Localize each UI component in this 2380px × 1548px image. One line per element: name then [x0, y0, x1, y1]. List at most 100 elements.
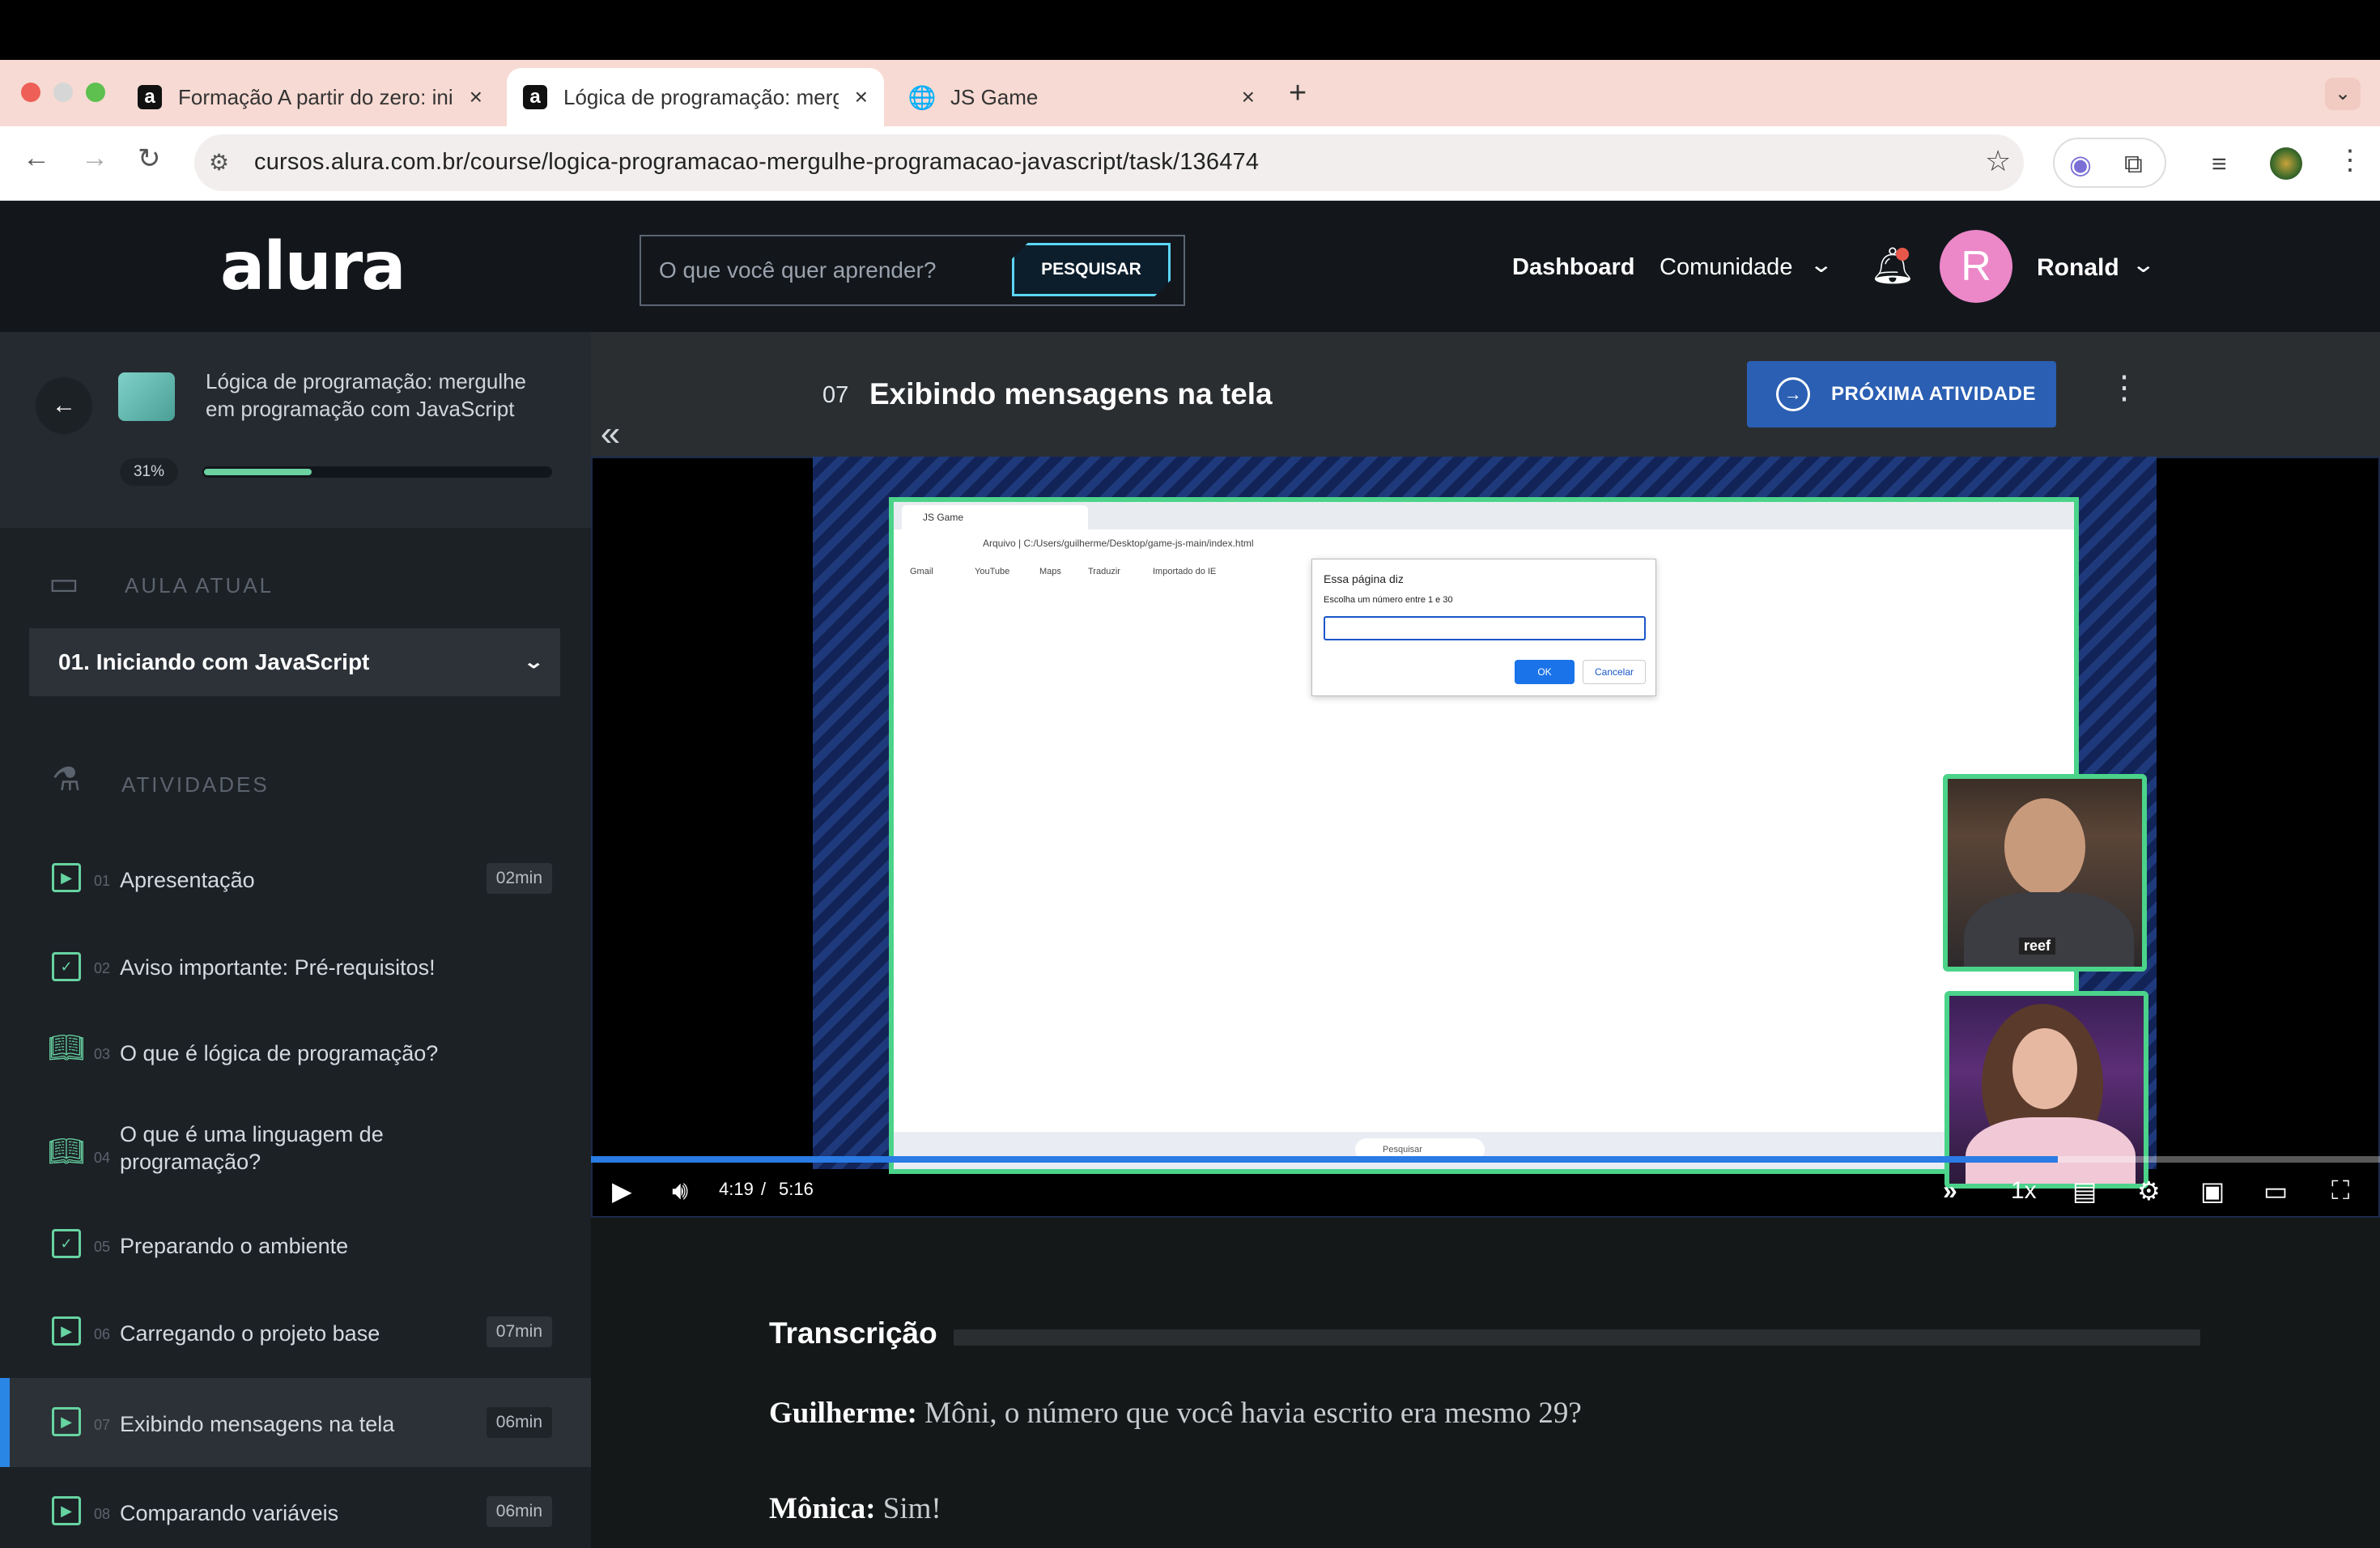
course-book-icon	[118, 372, 175, 421]
chevron-down-icon[interactable]: ⌄	[2131, 251, 2156, 278]
transcript-line: Guilherme: Môni, o número que você havia…	[769, 1396, 1582, 1431]
task-number: 07	[822, 382, 849, 408]
current-indicator	[0, 1378, 10, 1467]
activity-name: Carregando o projeto base	[120, 1321, 380, 1346]
activity-item[interactable]: ▶ 01 Apresentação 02min	[0, 836, 591, 925]
search-button[interactable]: PESQUISAR	[1012, 243, 1171, 296]
activity-item-current[interactable]: ▶ 07 Exibindo mensagens na tela 06min	[0, 1378, 591, 1467]
nav-community[interactable]: Comunidade	[1660, 254, 1792, 281]
maximize-window-button[interactable]	[86, 83, 105, 102]
activity-item[interactable]: ▶ 06 Carregando o projeto base 07min	[0, 1289, 591, 1378]
fullscreen-icon[interactable]: ⛶	[2331, 1176, 2349, 1206]
course-progress-fill	[204, 469, 312, 475]
playback-speed[interactable]: 1x	[2011, 1177, 2037, 1205]
activity-number: 04	[94, 1150, 111, 1166]
theater-mode-icon[interactable]: ▭	[2263, 1176, 2288, 1206]
activity-item[interactable]: 📖︎ 04 O que é uma linguagem de programaç…	[0, 1103, 591, 1205]
minimize-window-button[interactable]	[53, 83, 73, 102]
profile-avatar[interactable]	[2270, 147, 2302, 180]
close-icon[interactable]: ×	[855, 84, 868, 110]
macos-menubar	[0, 0, 2380, 60]
browser-tab-logica[interactable]: a Lógica de programação: mergulhe em pro…	[507, 68, 884, 126]
activity-number: 03	[94, 1046, 111, 1062]
tab-search-button[interactable]: ⌄	[2325, 78, 2361, 110]
alura-logo[interactable]: alura	[220, 228, 406, 305]
subtitles-icon[interactable]: ▤	[2072, 1176, 2097, 1206]
bookmark-star-icon[interactable]: ☆	[1985, 144, 2011, 178]
browser-menu-icon[interactable]: ⋮	[2336, 144, 2364, 176]
video-icon: ▶	[52, 863, 81, 892]
activity-name: Exibindo mensagens na tela	[120, 1412, 395, 1436]
activity-number: 07	[94, 1417, 111, 1433]
close-icon[interactable]: ×	[470, 84, 482, 110]
utterance: Sim!	[882, 1492, 941, 1525]
video-progress-fill[interactable]	[591, 1156, 2058, 1163]
skip-forward-icon[interactable]: »	[1943, 1176, 1957, 1206]
capture-bookmark: Maps	[1039, 567, 1061, 576]
activity-number: 02	[94, 960, 111, 976]
task-title: Exibindo mensagens na tela	[869, 377, 1273, 410]
instructor-face	[2012, 1028, 2077, 1109]
activity-name: O que é lógica de programação?	[120, 1041, 439, 1065]
url-text[interactable]: cursos.alura.com.br/course/logica-progra…	[254, 149, 1259, 176]
picture-in-picture-icon[interactable]: ▣	[2200, 1176, 2225, 1206]
alura-favicon-icon: a	[138, 85, 162, 109]
activity-duration: 07min	[486, 1316, 552, 1347]
activity-name: Aviso importante: Pré-requisitos!	[120, 955, 436, 980]
activity-name: O que é uma linguagem de programação?	[120, 1122, 384, 1174]
book-icon: 📖︎	[48, 1134, 85, 1167]
activity-number: 01	[94, 873, 111, 889]
media-controls-icon[interactable]: ≡	[2212, 149, 2227, 179]
site-settings-icon[interactable]: ⚙	[209, 149, 236, 176]
current-lesson-name: 01. Iniciando com JavaScript	[58, 649, 370, 674]
tab-title: Lógica de programação: mergulhe em progr…	[563, 84, 839, 109]
transcript-line: Mônica: Sim!	[769, 1491, 941, 1526]
activity-item[interactable]: 📖︎ 03 O que é lógica de programação?	[0, 1009, 591, 1098]
search-placeholder[interactable]: O que você quer aprender?	[659, 257, 936, 283]
notification-badge	[1896, 248, 1909, 261]
alura-favicon-icon: a	[523, 85, 547, 109]
instructor-camera-guilherme: reef	[1943, 774, 2147, 972]
nav-dashboard[interactable]: Dashboard	[1512, 254, 1634, 281]
close-window-button[interactable]	[21, 83, 40, 102]
activity-item[interactable]: ✓ 02 Aviso importante: Pré-requisitos!	[0, 923, 591, 1012]
chevron-down-icon[interactable]: ⌄	[1808, 251, 1834, 278]
back-button[interactable]: ←	[36, 377, 92, 434]
reload-icon[interactable]: ↻	[138, 142, 161, 175]
next-activity-button[interactable]: → PRÓXIMA ATIVIDADE	[1747, 361, 2056, 427]
course-title[interactable]: Lógica de programação: mergulhe em progr…	[206, 368, 546, 423]
back-arrow-icon[interactable]: ←	[23, 142, 50, 174]
volume-icon[interactable]: 🔊︎	[672, 1176, 688, 1206]
activity-number: 06	[94, 1326, 111, 1342]
forward-arrow-icon[interactable]: →	[81, 142, 108, 174]
close-icon[interactable]: ×	[1242, 84, 1255, 110]
new-tab-button[interactable]: +	[1289, 76, 1307, 111]
next-activity-label: PRÓXIMA ATIVIDADE	[1831, 383, 2036, 405]
capture-bookmark: Traduzir	[1088, 567, 1120, 576]
more-options-icon[interactable]: ⋮	[2108, 369, 2140, 406]
instructor-shirt	[1966, 1117, 2136, 1184]
activity-duration: 06min	[486, 1496, 552, 1527]
capture-address: Arquivo | C:/Users/guilherme/Desktop/gam…	[894, 529, 2074, 560]
page: a Formação A partir do zero: iniciante e…	[0, 0, 2380, 1548]
current-lesson-select[interactable]: 01. Iniciando com JavaScript ⌄	[29, 628, 560, 696]
browser-tab-jsgame[interactable]: 🌐 JS Game ×	[894, 68, 1271, 126]
play-icon[interactable]: ▶	[612, 1176, 632, 1206]
tab-title: JS Game	[950, 84, 1039, 109]
activity-duration: 02min	[486, 863, 552, 894]
ai-extension-icon[interactable]: ◉	[2069, 149, 2092, 180]
user-avatar[interactable]: R	[1940, 230, 2012, 303]
browser-tab-formacao[interactable]: a Formação A partir do zero: iniciante e…	[121, 68, 499, 126]
capture-dialog-title: Essa página diz	[1324, 572, 1404, 585]
activity-item[interactable]: ▶ 08 Comparando variáveis 06min	[0, 1467, 591, 1548]
activity-item[interactable]: ✓ 05 Preparando o ambiente	[0, 1201, 591, 1291]
speaker: Guilherme:	[769, 1397, 917, 1430]
puzzle-extensions-icon[interactable]: ⧉	[2124, 149, 2143, 180]
arrow-right-circle-icon: →	[1776, 377, 1810, 411]
user-name[interactable]: Ronald	[2037, 254, 2119, 282]
settings-gear-icon[interactable]: ⚙	[2137, 1176, 2161, 1206]
transcript-title: Transcrição	[769, 1316, 937, 1350]
instructor-face	[2004, 798, 2085, 895]
notification-bell-icon[interactable]: 🔔︎	[1870, 245, 1915, 287]
capture-bookmark: Gmail	[910, 567, 933, 576]
